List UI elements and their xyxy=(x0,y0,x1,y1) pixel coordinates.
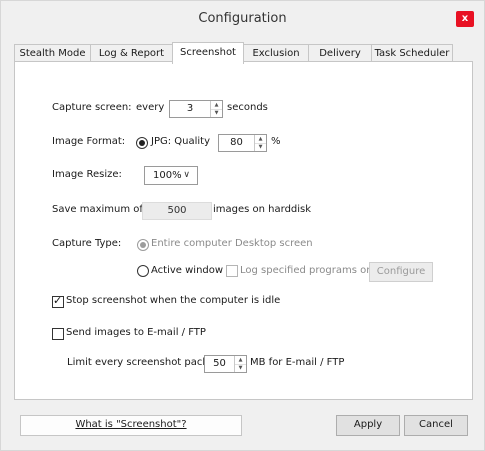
entire-desktop-label: Entire computer Desktop screen xyxy=(151,238,313,249)
image-format-label: Image Format: xyxy=(52,136,126,147)
image-resize-select[interactable]: 100% ∨ xyxy=(144,166,198,185)
limit-suffix: MB for E-mail / FTP xyxy=(250,357,345,368)
capture-screen-label: Capture screen: xyxy=(52,102,132,113)
image-resize-label: Image Resize: xyxy=(52,169,122,180)
configure-button[interactable]: Configure xyxy=(369,262,433,282)
active-window-radio[interactable] xyxy=(137,265,149,277)
spin-down-icon[interactable]: ▼ xyxy=(235,364,246,372)
capture-every-label: every xyxy=(136,102,165,113)
capture-interval-spinner[interactable]: 3 ▲ ▼ xyxy=(169,100,223,118)
configuration-window: Configuration x Stealth Mode Log & Repor… xyxy=(0,0,485,451)
capture-type-label: Capture Type: xyxy=(52,238,122,249)
save-maximum-input[interactable]: 500 xyxy=(142,202,212,220)
image-resize-value: 100% xyxy=(153,170,182,181)
apply-button[interactable]: Apply xyxy=(336,415,400,436)
chevron-down-icon: ∨ xyxy=(183,170,190,180)
spin-down-icon[interactable]: ▼ xyxy=(255,143,266,151)
capture-interval-value[interactable]: 3 xyxy=(170,101,210,117)
help-screenshot-button[interactable]: What is "Screenshot"? xyxy=(20,415,242,436)
tab-screenshot[interactable]: Screenshot xyxy=(172,42,244,64)
entire-desktop-radio[interactable] xyxy=(137,239,149,251)
send-images-label: Send images to E-mail / FTP xyxy=(66,327,206,338)
quality-arrows[interactable]: ▲ ▼ xyxy=(254,135,266,151)
screenshot-panel: Capture screen: every 3 ▲ ▼ seconds Imag… xyxy=(14,61,473,400)
close-button[interactable]: x xyxy=(456,11,474,27)
quality-spinner[interactable]: 80 ▲ ▼ xyxy=(218,134,267,152)
log-programs-checkbox[interactable] xyxy=(226,265,238,277)
save-maximum-suffix: images on harddisk xyxy=(213,204,312,215)
active-window-label: Active window xyxy=(151,265,224,276)
limit-value[interactable]: 50 xyxy=(205,356,234,372)
quality-value[interactable]: 80 xyxy=(219,135,254,151)
send-images-checkbox[interactable] xyxy=(52,328,64,340)
limit-label: Limit every screenshot pack to xyxy=(67,357,222,368)
cancel-button[interactable]: Cancel xyxy=(404,415,468,436)
limit-arrows[interactable]: ▲ ▼ xyxy=(234,356,246,372)
help-screenshot-link[interactable]: What is "Screenshot"? xyxy=(75,419,186,430)
stop-idle-checkbox[interactable] xyxy=(52,294,64,308)
capture-interval-arrows[interactable]: ▲ ▼ xyxy=(210,101,222,117)
capture-seconds-label: seconds xyxy=(227,102,268,113)
window-title: Configuration xyxy=(198,11,287,26)
quality-percent-label: % xyxy=(271,136,281,147)
log-programs-label: Log specified programs only xyxy=(240,265,382,276)
spin-down-icon[interactable]: ▼ xyxy=(211,109,222,117)
limit-spinner[interactable]: 50 ▲ ▼ xyxy=(204,355,247,373)
stop-idle-label: Stop screenshot when the computer is idl… xyxy=(66,295,281,306)
jpg-radio[interactable] xyxy=(136,137,148,149)
title-bar: Configuration x xyxy=(1,1,484,39)
jpg-quality-label: JPG: Quality xyxy=(151,136,211,147)
save-maximum-label: Save maximum of: xyxy=(52,204,146,215)
